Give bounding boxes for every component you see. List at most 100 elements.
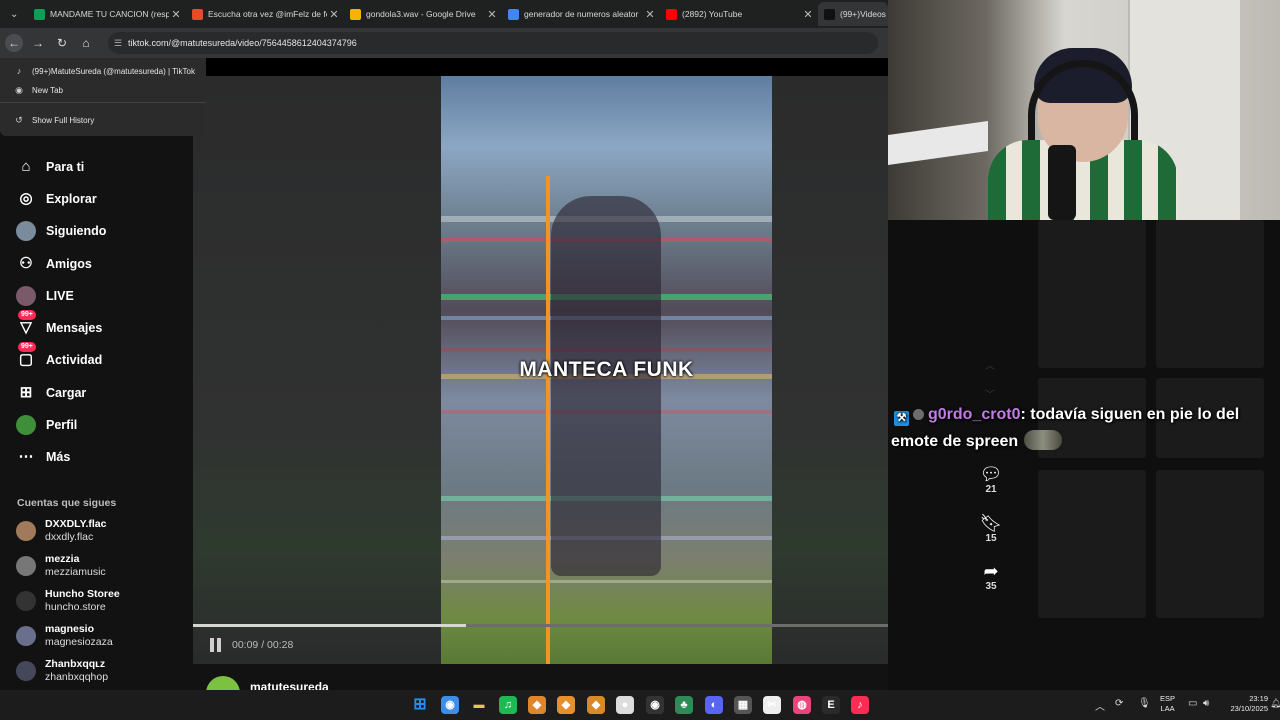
sidebar-item-mensajes[interactable]: ▽ 99+ Mensajes	[16, 310, 102, 338]
notification-bell-icon[interactable]: 🔔︎	[1270, 698, 1280, 709]
webcam-overlay	[888, 0, 1280, 220]
followed-account[interactable]: Zhanbxqqʟᴢ zhanbxqqhop	[16, 658, 108, 684]
pause-icon[interactable]	[210, 638, 224, 652]
divider	[0, 102, 206, 103]
browser-tab[interactable]: MANDAME TU CANCION (resp ✕	[28, 2, 183, 26]
fl-studio-icon-2[interactable]: ◆	[557, 696, 575, 714]
chrome-icon[interactable]: ◉	[441, 696, 459, 714]
video-thumbnail[interactable]	[1156, 470, 1264, 618]
chevron-down-icon: ⌄	[10, 8, 19, 20]
spotify-icon[interactable]: ♫	[499, 696, 517, 714]
video-player[interactable]: MANTECA FUNK	[441, 76, 772, 664]
chevron-up-icon[interactable]: ︿	[1095, 698, 1105, 713]
activity-icon: ▢ 99+	[16, 342, 36, 370]
back-arrow-icon[interactable]: ←	[5, 34, 23, 52]
badge-icon: ⚒	[894, 411, 909, 426]
badge-icon-2	[913, 409, 924, 420]
video-thumbnail[interactable]	[1038, 470, 1146, 618]
browser-tab[interactable]: gondola3.wav - Google Drive ✕	[344, 2, 499, 26]
fl-studio-icon-3[interactable]: ◆	[587, 696, 605, 714]
windows-start-icon[interactable]: ⊞	[411, 696, 429, 714]
show-full-history-item[interactable]: ↺ Show Full History	[14, 115, 94, 125]
discord-icon[interactable]: ◐	[705, 696, 723, 714]
tiktok-icon[interactable]: ♪	[851, 696, 869, 714]
history-item-label: (99+)MatuteSureda (@matutesureda) | TikT…	[32, 66, 195, 76]
system-clock[interactable]: 23:19 23/10/2025	[1222, 694, 1268, 714]
tab-favicon-icon	[666, 8, 677, 20]
comment-button[interactable]: 💬︎ 21	[977, 464, 1005, 495]
followed-account[interactable]: magnesio magnesiozaza	[16, 623, 113, 649]
audio-app-icon[interactable]: ▦	[734, 696, 752, 714]
sync-icon[interactable]: ⟳	[1115, 698, 1123, 709]
sidebar-item-cargar[interactable]: ⊞ Cargar	[16, 383, 87, 403]
tab-title: MANDAME TU CANCION (resp	[50, 9, 169, 19]
sidebar-item-live[interactable]: LIVE	[16, 286, 74, 307]
browser-tab[interactable]: (99+)Videos c	[818, 2, 888, 26]
share-count: 35	[985, 581, 997, 592]
capcut-icon[interactable]: ✂	[763, 696, 781, 714]
site-info-icon[interactable]: ☰	[114, 32, 122, 54]
tiktok-icon: ♪	[16, 66, 22, 76]
reload-icon[interactable]: ↻	[53, 34, 71, 52]
sidebar-item-explorar[interactable]: ◎ Explorar	[16, 189, 97, 209]
forward-arrow-icon[interactable]: →	[29, 34, 47, 52]
close-icon[interactable]: ✕	[485, 8, 499, 21]
share-icon: ➦	[983, 561, 999, 581]
close-icon[interactable]: ✕	[801, 8, 815, 21]
microphone	[1048, 145, 1076, 220]
home-icon[interactable]: ⌂	[77, 34, 95, 52]
tab-search-button[interactable]: ⌄	[0, 2, 28, 26]
share-button[interactable]: ➦ 35	[977, 561, 1005, 592]
browser-tab[interactable]: Escucha otra vez @imFelz de fe ✕	[186, 2, 341, 26]
fl-studio-icon[interactable]: ◆	[528, 696, 546, 714]
close-icon[interactable]: ✕	[169, 8, 183, 21]
obs-icon[interactable]: ●	[616, 696, 634, 714]
sidebar-item-ms[interactable]: ⋯ Más	[16, 447, 71, 467]
epic-games-icon[interactable]: E	[822, 696, 840, 714]
browser-tab[interactable]: (2892) YouTube ✕	[660, 2, 815, 26]
tab-favicon-icon	[192, 8, 203, 20]
comment-count: 21	[985, 484, 997, 495]
sidebar-item-siguiendo[interactable]: Siguiendo	[16, 221, 106, 242]
language-indicator[interactable]: ESP LAA	[1160, 694, 1175, 714]
followed-account[interactable]: Huncho Storee huncho.store	[16, 588, 120, 614]
sidebar-item-amigos[interactable]: ⚇ Amigos	[16, 254, 92, 274]
url-input[interactable]: ☰ tiktok.com/@matutesureda/video/75644586…	[108, 32, 878, 54]
maps-pin-icon[interactable]: ◍	[793, 696, 811, 714]
speaker-icon[interactable]: 🔊︎	[1203, 698, 1209, 709]
avatar	[16, 626, 36, 646]
close-icon[interactable]: ✕	[327, 8, 341, 21]
sidebar-item-label: LIVE	[46, 289, 74, 303]
sidebar-item-parati[interactable]: ⌂ Para ti	[16, 157, 84, 177]
video-top-bar	[193, 58, 888, 76]
sidebar-item-actividad[interactable]: ▢ 99+ Actividad	[16, 342, 102, 370]
sidebar-item-label: Perfil	[46, 418, 78, 432]
url-text: tiktok.com/@matutesureda/video/756445861…	[128, 38, 357, 48]
app-green-icon[interactable]: ♣	[675, 696, 693, 714]
file-explorer-icon[interactable]: ▬	[470, 696, 488, 714]
chevron-down-icon[interactable]: ﹀	[985, 386, 995, 401]
comment-icon: 💬︎	[979, 464, 1003, 484]
browser-tab[interactable]: generador de numeros aleator ✕	[502, 2, 657, 26]
chat-username: g0rdo_crot0	[928, 406, 1021, 423]
followed-account[interactable]: mezzia mezziamusic	[16, 553, 106, 579]
microphone-icon[interactable]: 🎙︎	[1138, 698, 1151, 709]
history-item-tiktok[interactable]: ♪ (99+)MatuteSureda (@matutesureda) | Tik…	[14, 66, 195, 76]
close-icon[interactable]: ✕	[643, 8, 657, 21]
steam-icon[interactable]: ◉	[646, 696, 664, 714]
chrome-icon: ◉	[15, 85, 23, 95]
bookmark-button[interactable]: 🔖︎ 15	[977, 513, 1005, 544]
notification-badge: 99+	[18, 342, 36, 352]
chevron-up-icon[interactable]: ︿	[985, 357, 995, 372]
history-item-new-tab[interactable]: ◉ New Tab	[14, 85, 63, 95]
sidebar-item-label: Explorar	[46, 192, 97, 206]
account-handle: zhanbxqqhop	[45, 671, 109, 683]
clock-time: 23:19	[1249, 694, 1268, 703]
sidebar-item-perfil[interactable]: Perfil	[16, 415, 78, 436]
video-caption: MANTECA FUNK	[519, 358, 694, 381]
followed-account[interactable]: DXXDLY.flac dxxdly.flac	[16, 518, 106, 544]
dancer-silhouette	[551, 196, 661, 576]
account-name: DXXDLY.flac	[45, 518, 107, 530]
network-icon[interactable]: ▭	[1188, 698, 1197, 709]
lang-code: ESP	[1160, 694, 1176, 703]
